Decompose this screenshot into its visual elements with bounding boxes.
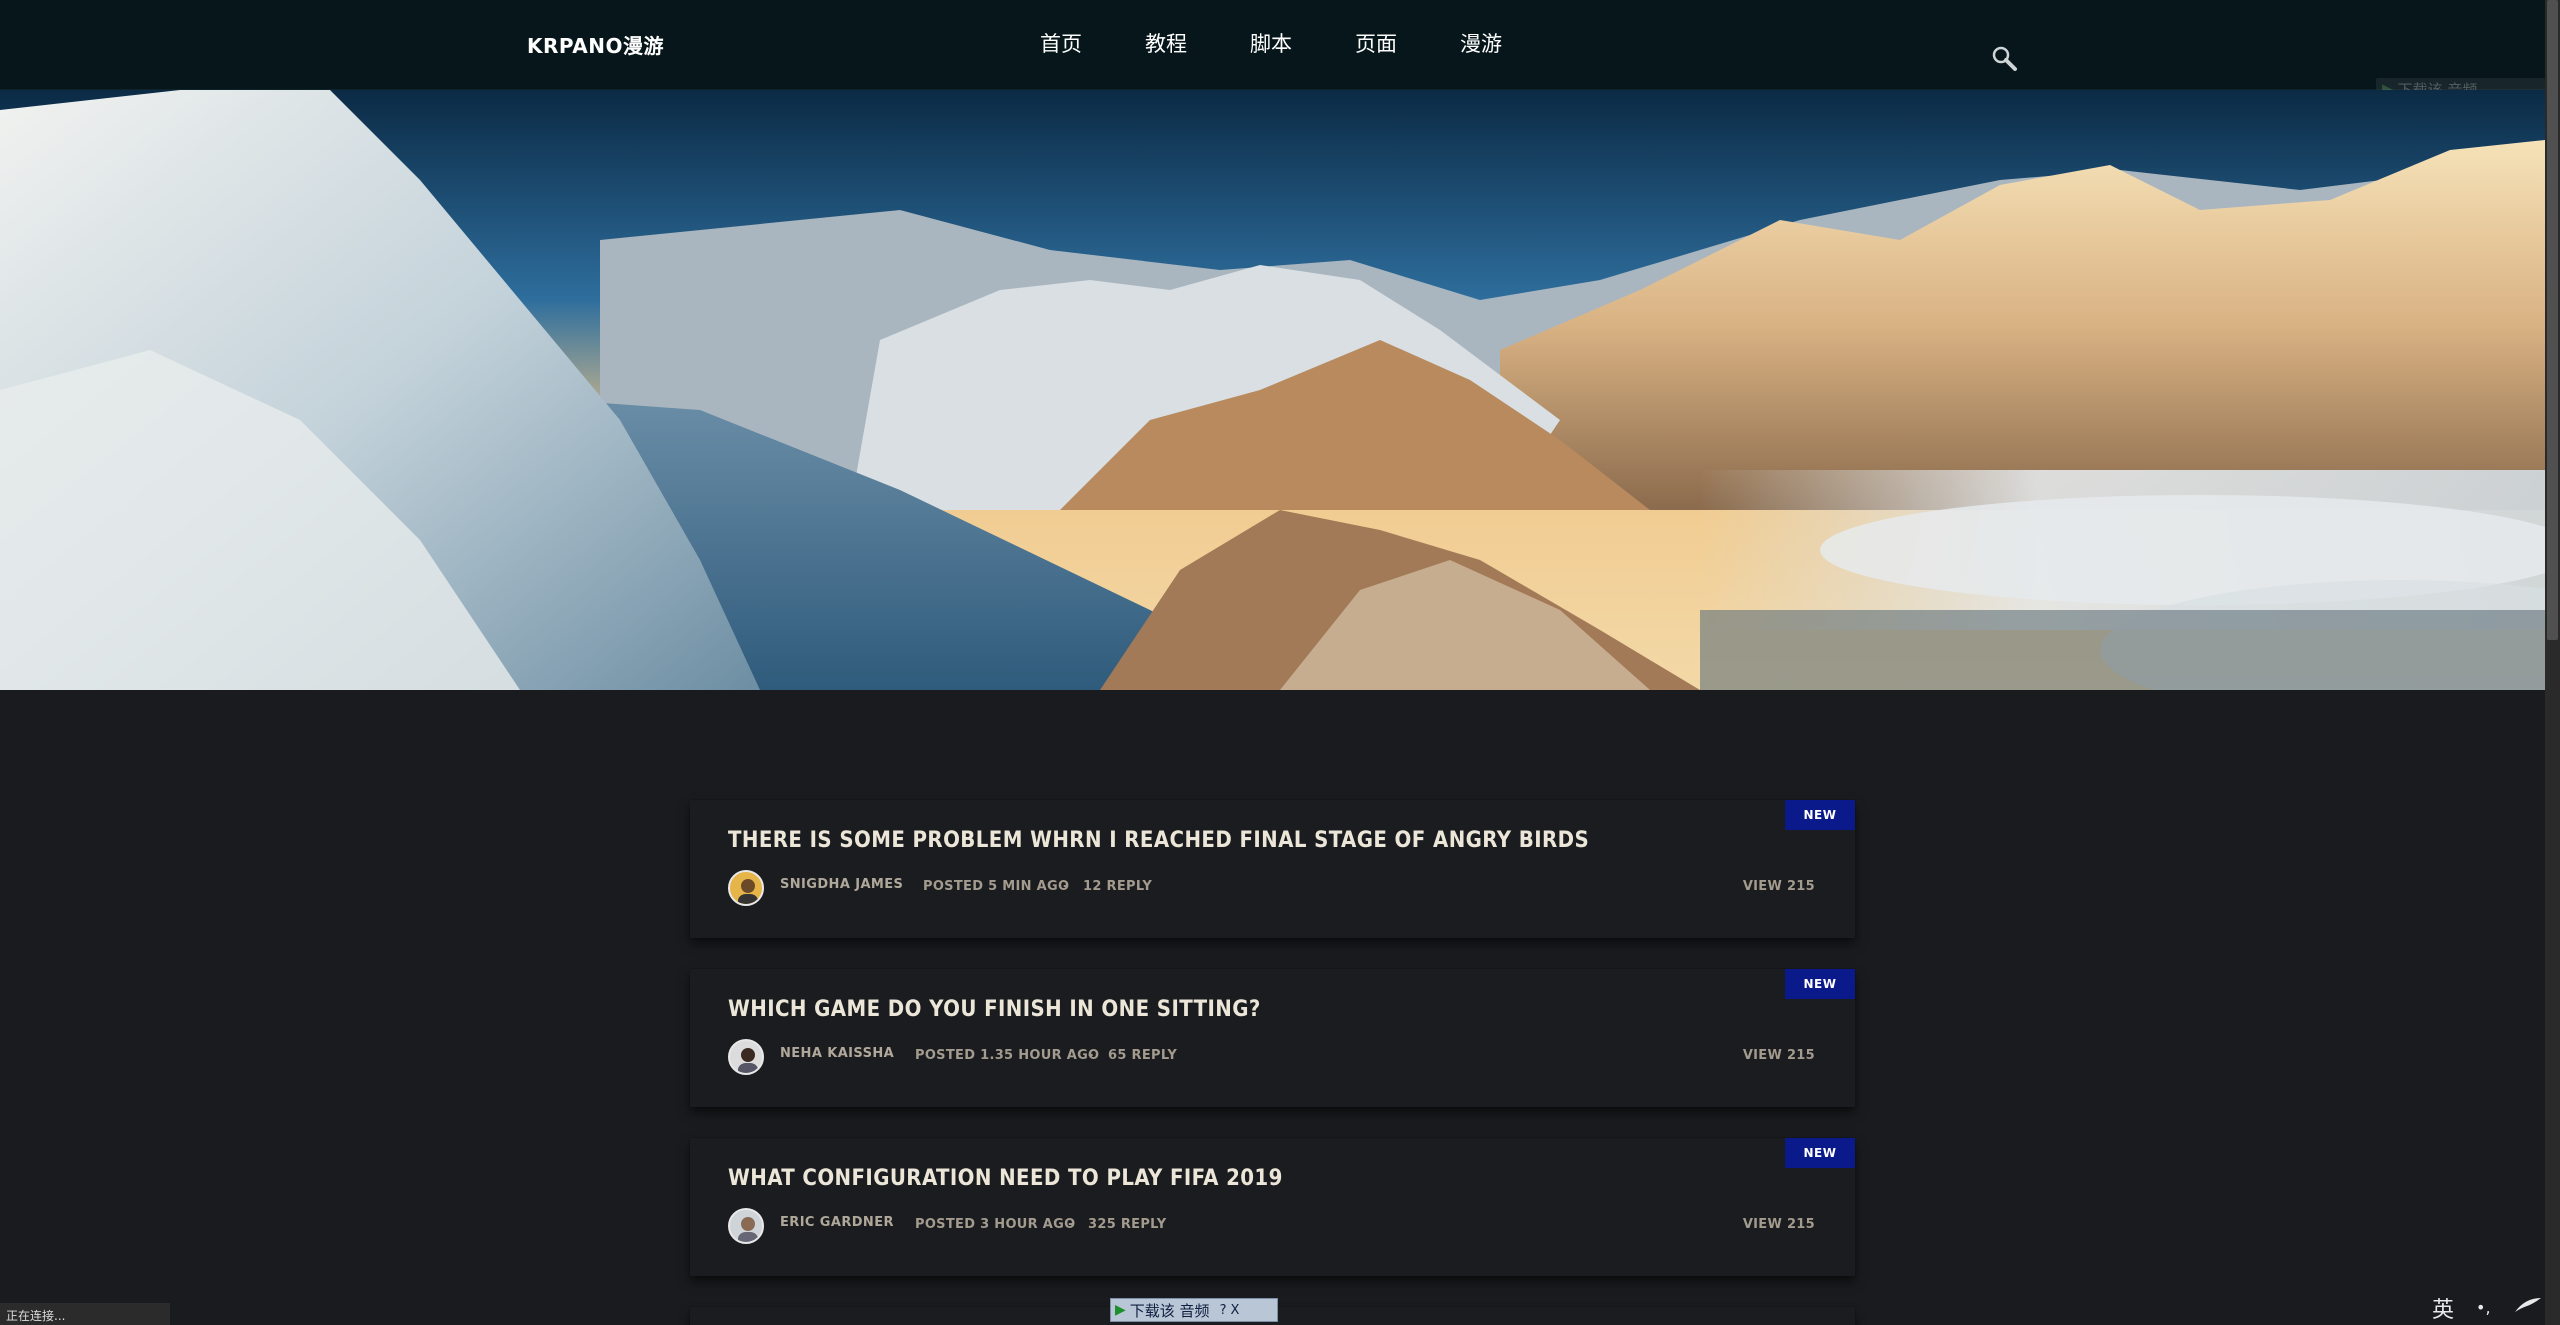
- new-badge: NEW: [1785, 1138, 1855, 1168]
- post-time: POSTED 5 MIN AGO: [923, 879, 1070, 894]
- post-title[interactable]: WHAT CONFIGURATION NEED TO PLAY FIFA 201…: [728, 1166, 1283, 1191]
- site-logo[interactable]: KRPANO漫游: [527, 30, 664, 59]
- meta-separator: -: [1068, 1217, 1074, 1232]
- scrollbar-thumb[interactable]: [2547, 0, 2558, 640]
- avatar: [728, 1039, 764, 1075]
- post-author[interactable]: SNIGDHA JAMES: [780, 877, 903, 892]
- ime-mode-label[interactable]: 英: [2432, 1292, 2454, 1324]
- nav-item-tutorials[interactable]: 教程: [1145, 28, 1250, 58]
- view-count: VIEW 215: [1742, 879, 1815, 894]
- post-card[interactable]: NEW WHAT CONFIGURATION NEED TO PLAY FIFA…: [690, 1138, 1855, 1276]
- ime-punct-label[interactable]: •,: [2476, 1298, 2491, 1317]
- close-icon[interactable]: X: [1230, 1303, 1239, 1318]
- help-icon[interactable]: ?: [1220, 1303, 1227, 1318]
- post-time: POSTED 3 HOUR AGO: [915, 1217, 1076, 1232]
- post-author[interactable]: ERIC GARDNER: [780, 1215, 894, 1230]
- new-badge: NEW: [1785, 800, 1855, 830]
- top-navbar: KRPANO漫游 首页 教程 脚本 页面 漫游: [0, 0, 2545, 90]
- ime-toolbar[interactable]: 英 •,: [2420, 1290, 2545, 1325]
- avatar: [728, 870, 764, 906]
- nav-item-pages[interactable]: 页面: [1355, 28, 1460, 58]
- search-icon[interactable]: [1990, 44, 2018, 72]
- view-count: VIEW 215: [1742, 1048, 1815, 1063]
- ime-feather-icon[interactable]: [2513, 1295, 2543, 1320]
- play-icon[interactable]: ▶: [1115, 1302, 1126, 1318]
- post-card[interactable]: NEW THERE IS SOME PROBLEM WHRN I REACHED…: [690, 800, 1855, 938]
- meta-separator: -: [1088, 1048, 1094, 1063]
- main-nav: 首页 教程 脚本 页面 漫游: [1040, 28, 1565, 58]
- browser-status-bar: 正在连接...: [0, 1303, 170, 1325]
- post-title[interactable]: WHICH GAME DO YOU FINISH IN ONE SITTING?: [728, 997, 1261, 1022]
- post-time: POSTED 1.35 HOUR AGO: [915, 1048, 1100, 1063]
- reply-count: 325 REPLY: [1088, 1217, 1167, 1232]
- post-author[interactable]: NEHA KAISSHA: [780, 1046, 894, 1061]
- reply-count: 65 REPLY: [1108, 1048, 1178, 1063]
- new-badge: NEW: [1785, 969, 1855, 999]
- avatar: [728, 1208, 764, 1244]
- post-card[interactable]: NEW WHICH GAME DO YOU FINISH IN ONE SITT…: [690, 969, 1855, 1107]
- download-bar-label[interactable]: 下载该 音频: [1130, 1300, 1210, 1321]
- post-title[interactable]: THERE IS SOME PROBLEM WHRN I REACHED FIN…: [728, 828, 1589, 853]
- meta-separator: -: [1063, 879, 1069, 894]
- reply-count: 12 REPLY: [1083, 879, 1153, 894]
- hero-banner-image: [0, 90, 2545, 690]
- nav-item-tours[interactable]: 漫游: [1460, 28, 1565, 58]
- media-download-bar-bottom[interactable]: ▶ 下载该 音频 ? X: [1110, 1298, 1278, 1322]
- nav-item-scripts[interactable]: 脚本: [1250, 28, 1355, 58]
- view-count: VIEW 215: [1742, 1217, 1815, 1232]
- nav-item-home[interactable]: 首页: [1040, 28, 1145, 58]
